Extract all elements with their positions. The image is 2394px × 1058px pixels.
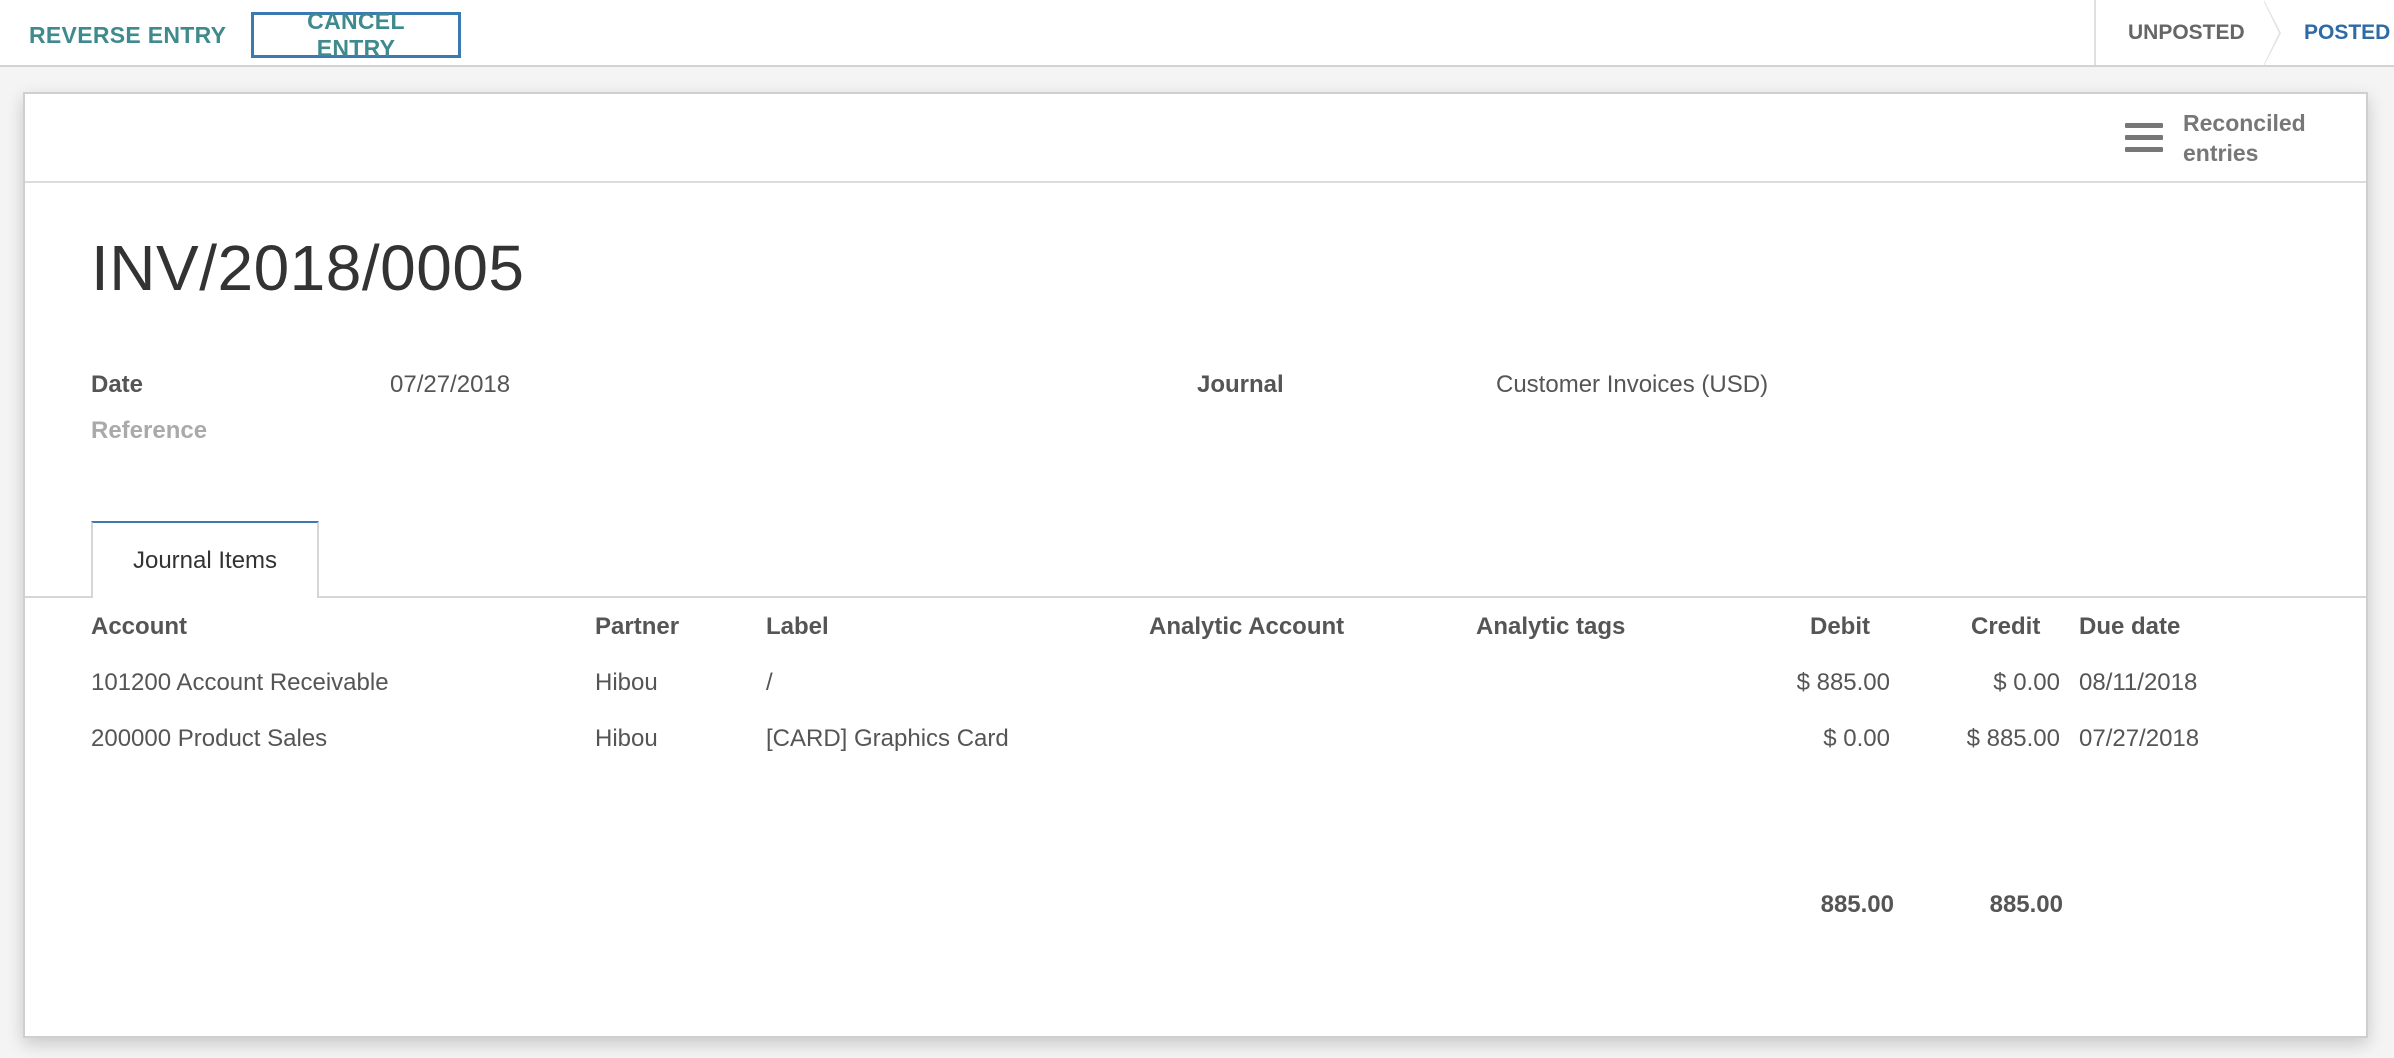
col-account[interactable]: Account: [91, 613, 187, 641]
cell-due-date: 08/11/2018: [2079, 669, 2198, 696]
cell-account: 200000 Product Sales: [91, 725, 328, 752]
col-credit[interactable]: Credit: [1971, 613, 2040, 641]
col-analytic-tags[interactable]: Analytic tags: [1476, 613, 1625, 641]
reference-label: Reference: [91, 417, 208, 444]
stage-posted-label: POSTED: [2304, 20, 2391, 44]
cell-debit: $ 885.00: [1796, 669, 1890, 696]
cancel-entry-button[interactable]: CANCEL ENTRY: [251, 8, 461, 61]
date-value: 07/27/2018: [390, 371, 511, 398]
tab-journal-items[interactable]: Journal Items: [91, 521, 319, 598]
cell-debit: $ 0.00: [1823, 725, 1890, 752]
reconciled-entries-button[interactable]: Reconciled entries: [2099, 94, 2339, 181]
stage-unposted[interactable]: UNPOSTED: [2094, 0, 2281, 66]
list-icon: [2125, 123, 2163, 152]
cell-credit: $ 0.00: [1993, 669, 2060, 696]
record-title: INV/2018/0005: [91, 232, 525, 304]
button-box: Reconciled entries: [25, 94, 2366, 183]
stage-unposted-label: UNPOSTED: [2128, 20, 2245, 44]
cell-due-date: 07/27/2018: [2079, 725, 2200, 752]
col-partner[interactable]: Partner: [595, 613, 679, 641]
col-debit[interactable]: Debit: [1810, 613, 1870, 641]
cell-partner: Hibou: [595, 725, 658, 752]
notebook-tabs-line: [25, 596, 2366, 598]
status-bar: REVERSE ENTRY CANCEL ENTRY UNPOSTED POST…: [0, 0, 2394, 67]
col-analytic-account[interactable]: Analytic Account: [1149, 613, 1344, 641]
stage-arrow-inner: [2263, 0, 2279, 66]
cell-credit: $ 885.00: [1966, 725, 2060, 752]
cell-label: [CARD] Graphics Card: [766, 725, 1009, 752]
form-sheet: Reconciled entries INV/2018/0005 Date 07…: [23, 92, 2368, 1038]
col-due-date[interactable]: Due date: [2079, 613, 2180, 641]
journal-label: Journal: [1197, 371, 1284, 398]
reconciled-entries-label: Reconciled entries: [2183, 108, 2323, 168]
cell-label: /: [766, 669, 773, 696]
col-label[interactable]: Label: [766, 613, 829, 641]
total-credit: 885.00: [1989, 891, 2063, 918]
smart-label-line1: Reconciled: [2183, 109, 2306, 136]
smart-label-line2: entries: [2183, 139, 2259, 166]
reverse-entry-button[interactable]: REVERSE ENTRY: [26, 12, 229, 58]
stage-posted[interactable]: POSTED: [2264, 0, 2394, 65]
status-stages: UNPOSTED POSTED: [2094, 0, 2394, 66]
cell-partner: Hibou: [595, 669, 658, 696]
journal-value[interactable]: Customer Invoices (USD): [1496, 371, 1768, 399]
date-label: Date: [91, 371, 144, 398]
total-debit: 885.00: [1820, 891, 1894, 918]
cell-account: 101200 Account Receivable: [91, 669, 389, 696]
